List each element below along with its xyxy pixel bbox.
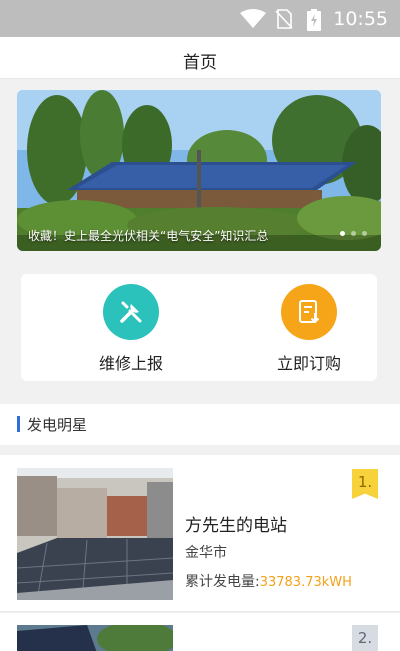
station-thumbnail: [17, 468, 173, 600]
order-form-icon: [299, 300, 320, 324]
status-bar: 10:55: [0, 0, 400, 37]
repair-report-label: 维修上报: [98, 354, 163, 373]
station-photo: [17, 468, 173, 600]
energy-value: 33783.73kWH: [259, 575, 352, 590]
station-photo: [17, 625, 173, 651]
app-header: 首页: [0, 37, 400, 79]
station-energy: 累计发电量:33783.73kWH: [185, 571, 352, 591]
tools-icon-circle: [103, 284, 159, 340]
section-header: 发电明星: [0, 404, 400, 445]
banner-caption: 收藏！史上最全光伏相关“电气安全”知识汇总: [28, 229, 269, 243]
station-card[interactable]: 方先生的电站 金华市 累计发电量:33783.73kWH 1.: [0, 455, 400, 612]
quick-actions-panel: 维修上报 立即订购: [21, 274, 377, 381]
order-now-button[interactable]: 立即订购: [249, 284, 369, 374]
section-title: 发电明星: [27, 416, 88, 434]
carousel-indicator: [340, 231, 367, 236]
section-accent-bar: [17, 416, 20, 432]
station-card[interactable]: 2.: [0, 613, 400, 651]
rank-badge: 2.: [352, 625, 378, 651]
repair-report-button[interactable]: 维修上报: [71, 284, 191, 374]
station-city: 金华市: [185, 545, 227, 561]
wifi-icon: [240, 9, 266, 28]
station-name: 方先生的电站: [185, 516, 287, 536]
tools-icon: [120, 301, 142, 323]
no-sim-icon: [275, 9, 293, 29]
page-title: 首页: [183, 53, 217, 73]
carousel-dot[interactable]: [362, 231, 367, 236]
clock: 10:55: [333, 8, 388, 30]
carousel-dot[interactable]: [351, 231, 356, 236]
order-now-label: 立即订购: [276, 354, 341, 373]
station-thumbnail: [17, 625, 173, 651]
battery-charging-icon: [307, 9, 321, 31]
order-icon-circle: [281, 284, 337, 340]
carousel-dot[interactable]: [340, 231, 345, 236]
rank-badge: 1.: [352, 469, 378, 499]
banner-carousel[interactable]: 收藏！史上最全光伏相关“电气安全”知识汇总: [17, 90, 381, 251]
energy-label: 累计发电量:: [185, 574, 260, 590]
